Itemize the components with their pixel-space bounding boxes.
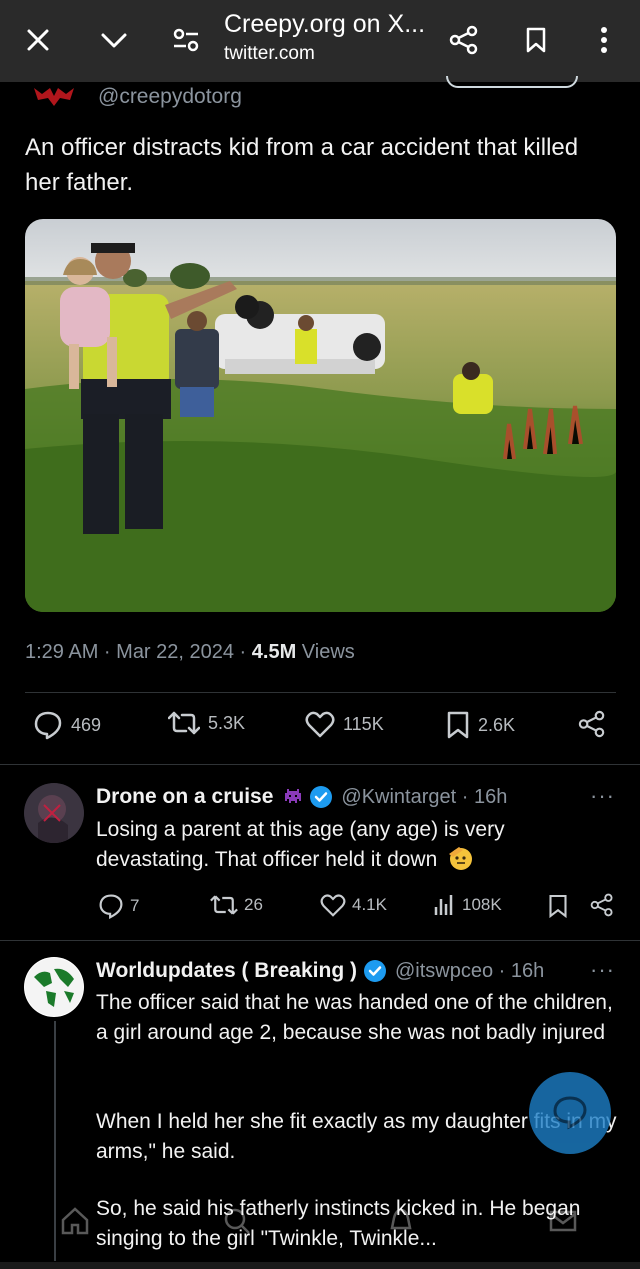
bookmark-button[interactable]: 2.6K [446, 710, 515, 740]
reply-actions: 7 26 4.1K 108K [0, 893, 640, 923]
reply-handle-time: @Kwintarget · 16h [341, 785, 508, 808]
like-button[interactable]: 115K [305, 710, 384, 738]
share-icon[interactable] [442, 18, 486, 62]
bottom-edge [0, 1262, 640, 1269]
tweet-text: An officer distracts kid from a car acci… [25, 134, 579, 196]
reply-author-name[interactable]: Worldupdates ( Breaking ) [96, 959, 357, 983]
retweet-button[interactable]: 5.3K [168, 710, 245, 736]
divider [25, 692, 616, 693]
page-title: Creepy.org on X... [224, 10, 426, 38]
reply-icon [553, 1096, 587, 1130]
browser-toolbar: Creepy.org on X... twitter.com [0, 0, 640, 82]
share-icon [578, 710, 605, 738]
compose-button[interactable] [529, 1072, 611, 1154]
reply-handle-time: @itswpceo · 16h [394, 959, 545, 982]
reply-text-content: Losing a parent at this age (any age) is… [96, 818, 505, 871]
reply-text: Losing a parent at this age (any age) is… [96, 815, 576, 875]
avatar[interactable] [24, 783, 84, 843]
analytics-icon [434, 895, 453, 915]
like-count: 115K [343, 713, 384, 734]
search-icon[interactable] [222, 1206, 252, 1236]
tweet-meta: 1:29 AM · Mar 22, 2024 · 4.5M Views [25, 641, 355, 664]
space-invader-icon [285, 789, 302, 803]
share-icon [590, 893, 613, 917]
avatar[interactable] [24, 957, 84, 1017]
retweet-count: 5.3K [208, 712, 246, 733]
bookmark-outline-icon [549, 894, 567, 919]
reply-paragraph-1: The officer said that he was handed one … [96, 991, 613, 1044]
like-count: 4.1K [352, 895, 387, 914]
saluting-face-emoji-icon [449, 847, 473, 870]
views-button[interactable]: 108K [432, 893, 502, 917]
retweet-button[interactable]: 26 [210, 893, 263, 917]
retweet-icon [168, 711, 200, 735]
reply-button[interactable]: 469 [33, 710, 101, 740]
chevron-down-icon[interactable] [92, 18, 136, 62]
accident-scene-image [25, 219, 616, 612]
reply-author-name[interactable]: Drone on a cruise [96, 785, 273, 809]
views-label: Views [296, 641, 355, 663]
notifications-icon[interactable] [386, 1206, 416, 1236]
follow-button[interactable] [446, 76, 578, 88]
reply-count: 7 [130, 896, 140, 915]
bookmark-count: 2.6K [478, 714, 516, 735]
home-icon[interactable] [60, 1206, 90, 1236]
page-title-block[interactable]: Creepy.org on X... twitter.com [224, 10, 425, 65]
retweet-count: 26 [244, 895, 263, 914]
more-menu-icon[interactable] [582, 18, 626, 62]
share-button[interactable] [590, 893, 620, 917]
bottom-navigation [0, 1198, 640, 1248]
tweet-actions: 469 5.3K 115K 2.6K [0, 710, 640, 750]
messages-icon[interactable] [548, 1206, 578, 1236]
bookmark-outline-icon [447, 711, 469, 739]
close-icon[interactable] [16, 18, 60, 62]
reply-item[interactable]: Drone on a cruise @Kwintarget · 16h ··· … [0, 765, 640, 940]
bookmark-icon[interactable] [514, 18, 558, 62]
tweet-photo[interactable] [25, 219, 616, 612]
views-count: 108K [462, 895, 502, 914]
share-button[interactable] [578, 710, 614, 738]
creepy-logo-icon [34, 88, 74, 106]
more-options-icon[interactable]: ··· [590, 957, 615, 983]
reply-count: 469 [71, 714, 102, 735]
reply-icon [99, 894, 123, 919]
retweet-icon [210, 895, 238, 915]
verified-badge-icon [310, 786, 333, 808]
author-handle[interactable]: @creepydotorg [98, 85, 242, 109]
tweet-author: @creepydotorg [30, 82, 242, 112]
site-settings-icon[interactable] [164, 18, 208, 62]
like-button[interactable]: 4.1K [320, 893, 387, 917]
heart-icon [320, 894, 346, 917]
verified-badge-icon [363, 960, 386, 982]
bookmark-button[interactable] [548, 893, 574, 919]
heart-icon [305, 711, 335, 738]
views-count: 4.5M [251, 641, 297, 663]
more-options-icon[interactable]: ··· [590, 783, 615, 809]
page-url: twitter.com [224, 43, 315, 64]
reply-icon [34, 711, 62, 740]
reply-button[interactable]: 7 [98, 893, 139, 919]
tweet-timestamp[interactable]: 1:29 AM · Mar 22, 2024 · [25, 641, 252, 663]
